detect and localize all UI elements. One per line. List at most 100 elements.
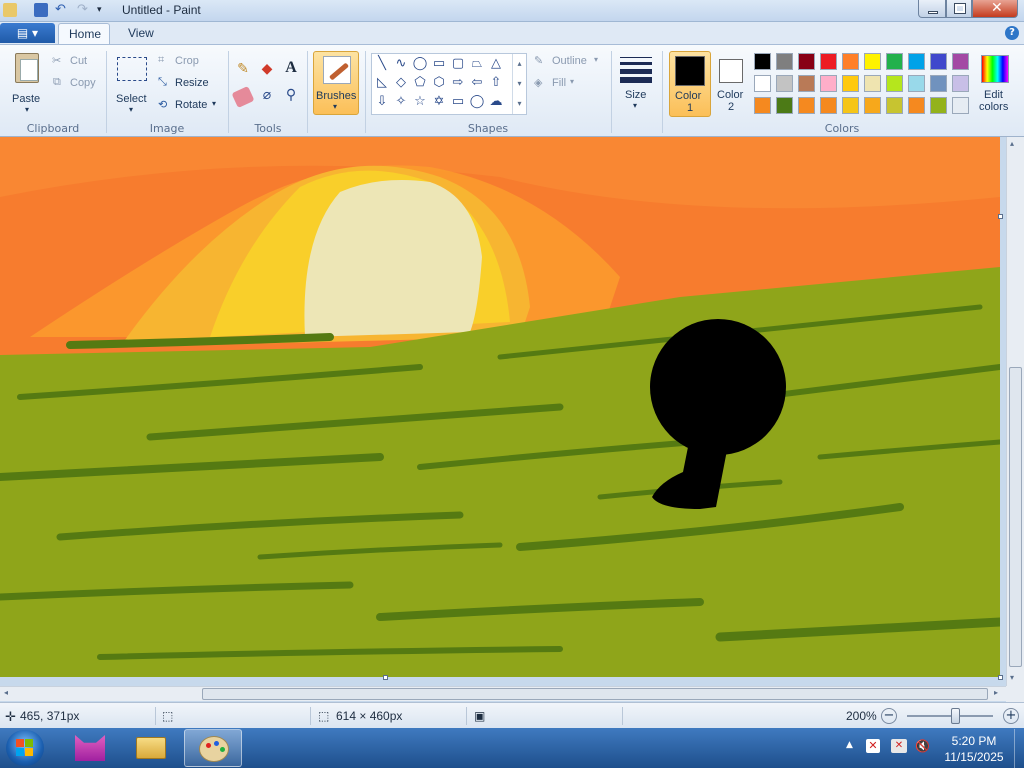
rounded-rectangle-shape-icon[interactable]: ▢ bbox=[450, 56, 466, 72]
help-icon[interactable]: ? bbox=[1005, 26, 1019, 40]
palette-color-swatch[interactable] bbox=[820, 53, 837, 70]
palette-color-swatch[interactable] bbox=[798, 53, 815, 70]
scroll-down-icon[interactable]: ▾ bbox=[1010, 673, 1014, 682]
palette-color-swatch[interactable] bbox=[820, 75, 837, 92]
color2-button[interactable]: Color 2 bbox=[712, 51, 752, 117]
paint-menu-button[interactable]: ▤ ▾ bbox=[0, 23, 55, 43]
palette-color-swatch[interactable] bbox=[886, 97, 903, 114]
color1-button[interactable]: Color 1 bbox=[669, 51, 711, 117]
right-arrow-shape-icon[interactable]: ⇨ bbox=[450, 75, 466, 91]
vertical-scroll-thumb[interactable] bbox=[1009, 367, 1022, 667]
five-point-star-shape-icon[interactable]: ☆ bbox=[412, 94, 428, 110]
oval-callout-shape-icon[interactable]: ◯ bbox=[469, 94, 485, 110]
vertical-scrollbar[interactable]: ▴ ▾ bbox=[1006, 137, 1024, 686]
palette-color-swatch[interactable] bbox=[798, 75, 815, 92]
canvas-workspace[interactable] bbox=[0, 137, 1006, 686]
quick-access-dropdown-icon[interactable]: ▾ bbox=[97, 3, 111, 17]
cloud-callout-shape-icon[interactable]: ☁ bbox=[488, 94, 504, 110]
rounded-callout-shape-icon[interactable]: ▭ bbox=[450, 94, 466, 110]
network-icon[interactable]: ✕ bbox=[891, 739, 907, 753]
palette-color-swatch[interactable] bbox=[798, 97, 815, 114]
paste-button[interactable]: Paste ▾ bbox=[6, 49, 46, 114]
resize-handle-right[interactable] bbox=[998, 214, 1003, 219]
oval-shape-icon[interactable]: ◯ bbox=[412, 56, 428, 72]
palette-color-swatch[interactable] bbox=[952, 53, 969, 70]
show-desktop-button[interactable] bbox=[1014, 729, 1024, 768]
copy-button[interactable]: ⧉ Copy bbox=[52, 76, 102, 92]
palette-color-swatch[interactable] bbox=[864, 75, 881, 92]
resize-button[interactable]: ⤡ Resize bbox=[158, 76, 218, 92]
hexagon-shape-icon[interactable]: ⬡ bbox=[431, 75, 447, 91]
brushes-button[interactable]: Brushes ▾ bbox=[313, 51, 359, 115]
fill-button[interactable]: ◈ Fill ▾ bbox=[534, 76, 604, 92]
minimize-button[interactable] bbox=[918, 0, 946, 18]
palette-color-swatch[interactable] bbox=[908, 75, 925, 92]
zoom-in-button[interactable]: + bbox=[1003, 708, 1019, 724]
crop-button[interactable]: ⌗ Crop bbox=[158, 54, 218, 70]
scroll-left-icon[interactable]: ◂ bbox=[4, 688, 8, 697]
eraser-icon[interactable] bbox=[231, 85, 255, 109]
rectangle-shape-icon[interactable]: ▭ bbox=[431, 56, 447, 72]
edit-colors-button[interactable]: Edit colors bbox=[976, 51, 1014, 117]
down-arrow-shape-icon[interactable]: ⇩ bbox=[374, 94, 390, 110]
drawing-canvas[interactable] bbox=[0, 137, 1000, 677]
up-arrow-shape-icon[interactable]: ⇧ bbox=[488, 75, 504, 91]
left-arrow-shape-icon[interactable]: ⇦ bbox=[469, 75, 485, 91]
triangle-shape-icon[interactable]: △ bbox=[488, 56, 504, 72]
palette-color-swatch[interactable] bbox=[776, 75, 793, 92]
palette-color-swatch[interactable] bbox=[908, 97, 925, 114]
select-button[interactable]: Select ▾ bbox=[112, 51, 152, 117]
magnifier-icon[interactable]: ⚲ bbox=[282, 87, 300, 105]
palette-color-swatch[interactable] bbox=[754, 53, 771, 70]
scroll-up-icon[interactable]: ▴ bbox=[1010, 139, 1014, 148]
redo-icon[interactable]: ↷ bbox=[77, 3, 91, 17]
taskbar-app-button[interactable] bbox=[62, 729, 120, 767]
tab-view[interactable]: View bbox=[118, 23, 164, 44]
palette-color-swatch[interactable] bbox=[754, 75, 771, 92]
palette-color-swatch[interactable] bbox=[930, 53, 947, 70]
horizontal-scrollbar[interactable]: ◂ ▸ bbox=[0, 686, 1006, 701]
taskbar-clock[interactable]: 5:20 PM 11/15/2025 bbox=[940, 733, 1008, 765]
diamond-shape-icon[interactable]: ◇ bbox=[393, 75, 409, 91]
six-point-star-shape-icon[interactable]: ✡ bbox=[431, 94, 447, 110]
resize-handle-bottom[interactable] bbox=[383, 675, 388, 680]
pentagon-shape-icon[interactable]: ⬠ bbox=[412, 75, 428, 91]
palette-color-swatch[interactable] bbox=[776, 53, 793, 70]
size-button[interactable]: Size ▾ bbox=[617, 51, 655, 117]
save-icon[interactable] bbox=[34, 3, 48, 17]
taskbar-paint-button[interactable] bbox=[184, 729, 242, 767]
color-picker-icon[interactable]: ⌀ bbox=[258, 87, 276, 105]
tab-home[interactable]: Home bbox=[58, 23, 110, 44]
rotate-button[interactable]: ⟲ Rotate ▾ bbox=[158, 98, 222, 114]
action-center-icon[interactable]: ✕ bbox=[866, 739, 880, 753]
volume-muted-icon[interactable]: 🔇 bbox=[915, 739, 931, 753]
palette-color-swatch[interactable] bbox=[864, 97, 881, 114]
pencil-icon[interactable]: ✎ bbox=[234, 61, 252, 79]
text-icon[interactable]: A bbox=[282, 59, 300, 79]
curve-shape-icon[interactable]: ∿ bbox=[393, 56, 409, 72]
palette-color-swatch[interactable] bbox=[842, 97, 859, 114]
start-button[interactable] bbox=[6, 730, 44, 766]
outline-button[interactable]: ✎ Outline ▾ bbox=[534, 54, 604, 70]
paint-app-icon[interactable] bbox=[3, 3, 17, 17]
taskbar-explorer-button[interactable] bbox=[122, 729, 180, 767]
palette-color-swatch[interactable] bbox=[952, 75, 969, 92]
palette-color-swatch[interactable] bbox=[820, 97, 837, 114]
show-hidden-icons-icon[interactable]: ▲ bbox=[846, 740, 853, 750]
four-point-star-shape-icon[interactable]: ✧ bbox=[393, 94, 409, 110]
polygon-shape-icon[interactable]: ⏢ bbox=[469, 56, 485, 72]
line-shape-icon[interactable]: ╲ bbox=[374, 56, 390, 72]
palette-color-swatch[interactable] bbox=[930, 75, 947, 92]
palette-color-swatch[interactable] bbox=[952, 97, 969, 114]
zoom-slider[interactable] bbox=[907, 715, 993, 717]
zoom-out-button[interactable]: − bbox=[881, 708, 897, 724]
palette-color-swatch[interactable] bbox=[886, 75, 903, 92]
horizontal-scroll-thumb[interactable] bbox=[202, 688, 988, 700]
palette-color-swatch[interactable] bbox=[842, 53, 859, 70]
resize-handle-corner[interactable] bbox=[998, 675, 1003, 680]
palette-color-swatch[interactable] bbox=[908, 53, 925, 70]
fill-bucket-icon[interactable]: ◆ bbox=[258, 61, 276, 79]
palette-color-swatch[interactable] bbox=[842, 75, 859, 92]
maximize-button[interactable] bbox=[946, 0, 972, 18]
palette-color-swatch[interactable] bbox=[754, 97, 771, 114]
